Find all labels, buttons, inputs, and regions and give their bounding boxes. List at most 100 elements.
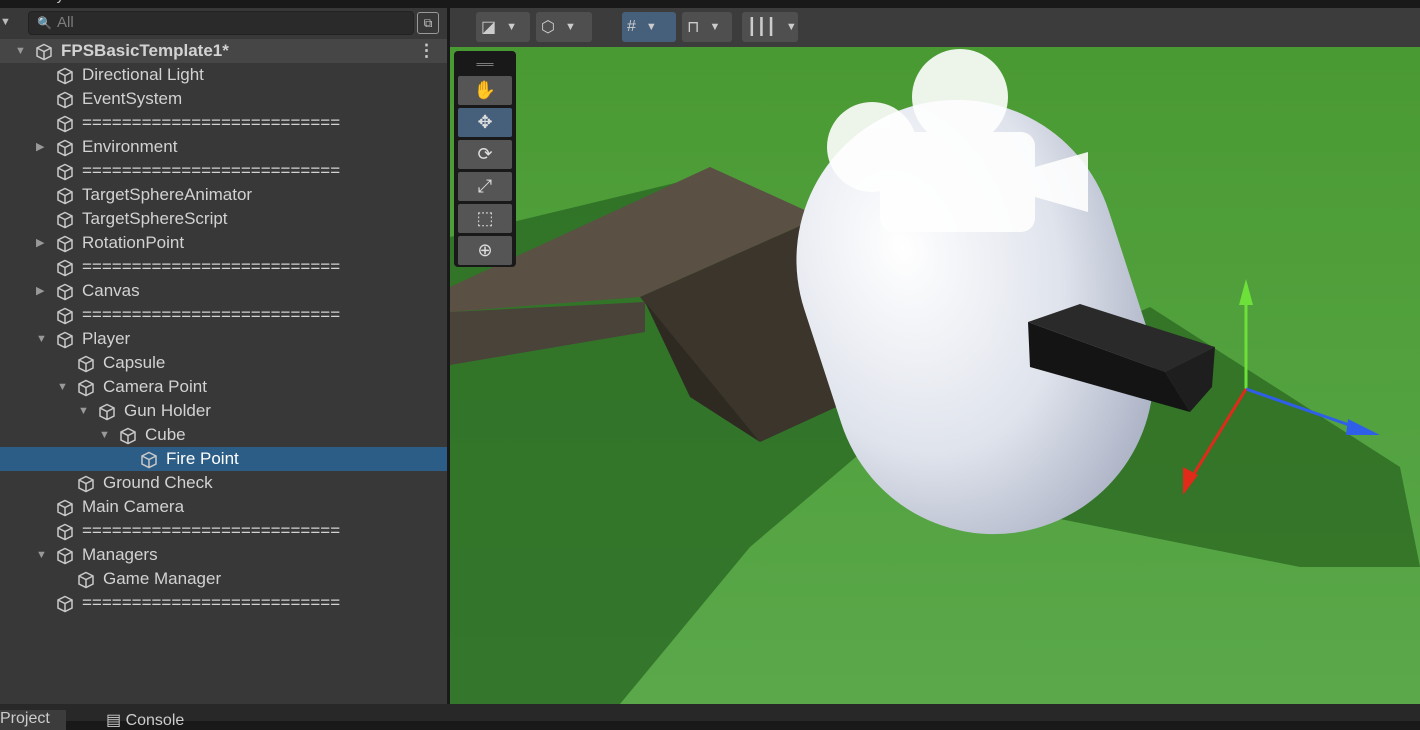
chevron-down-icon[interactable]: ▼ — [560, 21, 581, 33]
item-label: Game Manager — [103, 569, 222, 588]
snap-magnet-icon: ⊓ — [687, 19, 700, 36]
item-label: Directional Light — [82, 65, 204, 84]
hierarchy-item[interactable]: TargetSphereScript — [0, 207, 447, 231]
hierarchy-item[interactable]: TargetSphereAnimator — [0, 183, 447, 207]
scene-root-item[interactable]: ▼ FPSBasicTemplate1* ⋮ — [0, 39, 447, 63]
expand-arrow-icon[interactable]: ▼ — [36, 327, 47, 351]
grid-snap-icon: # — [627, 18, 636, 35]
rect-icon[interactable]: ⬚ — [458, 204, 512, 233]
collapse-arrow-icon[interactable]: ▶ — [36, 231, 44, 255]
expand-arrow-icon[interactable]: ▼ — [57, 375, 68, 399]
item-label: Gun Holder — [124, 401, 211, 420]
hierarchy-item[interactable]: ========================== — [0, 519, 447, 543]
drag-handle-icon[interactable]: ══ — [458, 55, 512, 73]
tools-overlay: ══ ✋ ✥ ⟳ ⤢ ⬚ ⊕ — [454, 51, 516, 267]
create-dropdown-icon[interactable]: ▼ — [0, 16, 11, 28]
hierarchy-item[interactable]: EventSystem — [0, 87, 447, 111]
item-label: FPSBasicTemplate1* — [61, 41, 229, 60]
collapse-arrow-icon[interactable]: ▶ — [36, 135, 44, 159]
gameobject-cube-icon — [56, 331, 74, 349]
chevron-down-icon[interactable]: ▼ — [704, 21, 725, 33]
chevron-down-icon[interactable]: ▼ — [781, 21, 802, 33]
transform-icon[interactable]: ⊕ — [458, 236, 512, 265]
rotate-icon[interactable]: ⟳ — [458, 140, 512, 169]
item-label: ========================== — [82, 305, 341, 324]
item-label: ========================== — [82, 257, 341, 276]
draw-mode-icon: ◪ — [481, 19, 497, 36]
item-label: ========================== — [82, 593, 341, 612]
gameobject-cube-icon — [56, 499, 74, 517]
hierarchy-item[interactable]: ▼ Gun Holder — [0, 399, 447, 423]
hierarchy-item[interactable]: ========================== — [0, 255, 447, 279]
gameobject-cube-icon — [56, 283, 74, 301]
search-icon: 🔍 — [37, 16, 52, 30]
scene-viewport[interactable]: ══ ✋ ✥ ⟳ ⤢ ⬚ ⊕ — [450, 47, 1420, 704]
hierarchy-item[interactable]: ========================== — [0, 111, 447, 135]
hierarchy-item[interactable]: Directional Light — [0, 63, 447, 87]
hierarchy-item[interactable]: Game Manager — [0, 567, 447, 591]
hierarchy-item[interactable]: ========================== — [0, 591, 447, 615]
scale-icon[interactable]: ⤢ — [458, 172, 512, 201]
expand-arrow-icon[interactable]: ▼ — [15, 39, 26, 63]
gameobject-cube-icon — [56, 211, 74, 229]
hierarchy-item[interactable]: Fire Point — [0, 447, 447, 471]
item-label: TargetSphereAnimator — [82, 185, 253, 204]
scene-visibility-button[interactable]: ⧉ — [417, 12, 439, 34]
gameobject-cube-icon — [56, 523, 74, 541]
hierarchy-search-input[interactable]: 🔍 All — [28, 11, 414, 35]
item-label: Managers — [82, 545, 158, 564]
hierarchy-item[interactable]: ▶ Environment — [0, 135, 447, 159]
hierarchy-item[interactable]: Ground Check — [0, 471, 447, 495]
hierarchy-item[interactable]: ========================== — [0, 303, 447, 327]
hierarchy-item[interactable]: Main Camera — [0, 495, 447, 519]
grid-snap-button[interactable]: # ▼ — [622, 12, 676, 42]
chevron-down-icon[interactable]: ▼ — [641, 21, 662, 33]
gameobject-cube-icon — [77, 355, 95, 373]
scene-toolbar: ◪ ▼ ⬡ ▼ # ▼ ⊓ ▼ ┃┃┃ ▼ — [450, 8, 1420, 47]
increment-snap-button[interactable]: ┃┃┃ ▼ — [742, 12, 798, 42]
item-label: Cube — [145, 425, 186, 444]
snap-magnet-button[interactable]: ⊓ ▼ — [682, 12, 732, 42]
scene-panel: ◪ ▼ ⬡ ▼ # ▼ ⊓ ▼ ┃┃┃ ▼ ══ ✋ ✥ ⟳ ⤢ ⬚ ⊕ — [450, 8, 1420, 704]
increment-snap-icon: ┃┃┃ — [747, 19, 776, 36]
gameobject-cube-icon — [56, 163, 74, 181]
hierarchy-item[interactable]: ▼ Cube — [0, 423, 447, 447]
tab-console[interactable]: ▤ Console — [90, 710, 200, 730]
gameobject-cube-icon — [77, 571, 95, 589]
hierarchy-item[interactable]: ▼ Player — [0, 327, 447, 351]
hierarchy-item[interactable]: ▼ Managers — [0, 543, 447, 567]
hand-icon[interactable]: ✋ — [458, 76, 512, 105]
gameobject-cube-icon — [56, 139, 74, 157]
expand-arrow-icon[interactable]: ▼ — [36, 543, 47, 567]
more-options-icon[interactable]: ⋮ — [418, 39, 435, 63]
item-label: RotationPoint — [82, 233, 185, 252]
hierarchy-item[interactable]: Capsule — [0, 351, 447, 375]
expand-arrow-icon[interactable]: ▼ — [78, 399, 89, 423]
draw-mode-button[interactable]: ◪ ▼ — [476, 12, 530, 42]
bottom-panel: Project ▤ Console — [0, 704, 1420, 730]
hierarchy-item[interactable]: ========================== — [0, 159, 447, 183]
collapse-arrow-icon[interactable]: ▶ — [36, 279, 44, 303]
item-label: Fire Point — [166, 449, 239, 468]
gameobject-cube-icon — [56, 259, 74, 277]
item-label: ========================== — [82, 161, 341, 180]
tab-project[interactable]: Project — [0, 710, 66, 730]
hierarchy-tree: ▼ FPSBasicTemplate1* ⋮ Directional Light Eve… — [0, 39, 447, 615]
expand-arrow-icon[interactable]: ▼ — [99, 423, 110, 447]
hierarchy-item[interactable]: ▼ Camera Point — [0, 375, 447, 399]
gameobject-cube-icon — [77, 475, 95, 493]
item-label: Capsule — [103, 353, 166, 372]
gameobject-cube-icon — [56, 547, 74, 565]
move-icon[interactable]: ✥ — [458, 108, 512, 137]
hierarchy-panel: ▼ 🔍 All ⧉ ▼ FPSBasicTemplate1* ⋮ Directional… — [0, 8, 447, 704]
hierarchy-item[interactable]: ▶ Canvas — [0, 279, 447, 303]
gameobject-cube-icon — [140, 451, 158, 469]
item-label: ========================== — [82, 521, 341, 540]
gizmo-cube-button[interactable]: ⬡ ▼ — [536, 12, 592, 42]
item-label: EventSystem — [82, 89, 183, 108]
chevron-down-icon[interactable]: ▼ — [501, 21, 522, 33]
item-label: Environment — [82, 137, 178, 156]
hierarchy-item[interactable]: ▶ RotationPoint — [0, 231, 447, 255]
item-label: Player — [82, 329, 131, 348]
gizmo-cube-icon: ⬡ — [541, 19, 555, 36]
